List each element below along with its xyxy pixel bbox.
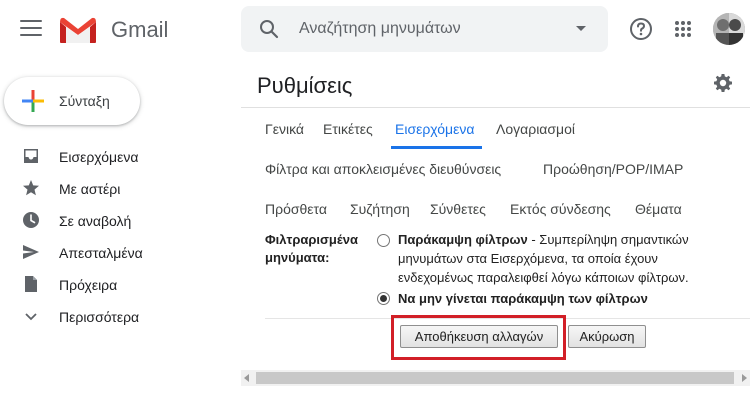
sidebar-item-drafts[interactable]: Πρόχειρα [0, 268, 235, 300]
radio-override-filters[interactable] [377, 234, 390, 247]
scroll-left-arrow-icon[interactable] [244, 374, 249, 382]
option-dont-override-title: Να μην γίνεται παράκαμψη των φίλτρων [398, 291, 648, 306]
active-tab-indicator [391, 146, 482, 149]
search-icon[interactable] [259, 19, 279, 39]
help-icon[interactable] [629, 17, 653, 41]
sidebar-item-inbox[interactable]: Εισερχόμενα [0, 140, 235, 172]
sidebar-nav: Εισερχόμενα Με αστέρι Σε αναβολή Απεσταλ… [0, 140, 235, 332]
search-options-caret-icon[interactable] [576, 26, 586, 31]
highlight-box [391, 315, 566, 360]
apps-grid-icon[interactable] [674, 20, 692, 38]
option-override-desc-3: ενδεχομένως παραλειφθεί λόγω κάποιων φίλ… [398, 270, 689, 285]
radio-dont-override-filters[interactable] [377, 292, 390, 305]
compose-label: Σύνταξη [59, 93, 110, 109]
top-bar: Gmail [0, 0, 750, 62]
plus-icon [22, 90, 44, 112]
chevron-down-icon [25, 313, 37, 321]
clock-icon [23, 212, 39, 228]
option-override-filters: Παράκαμψη φίλτρων - Συμπερίληψη σημαντικ… [398, 230, 689, 287]
scrollbar-thumb[interactable] [256, 372, 734, 384]
page-title: Ρυθμίσεις [257, 73, 353, 98]
tab-inbox[interactable]: Εισερχόμενα [395, 121, 474, 137]
brand-name: Gmail [111, 17, 169, 42]
sidebar-item-snoozed[interactable]: Σε αναβολή [0, 204, 235, 236]
gmail-logo[interactable] [58, 14, 98, 44]
option-override-desc-1: - Συμπερίληψη σημαντικών [527, 232, 689, 247]
inbox-icon [24, 149, 38, 163]
tab-forwarding[interactable]: Προώθηση/POP/IMAP [543, 161, 683, 177]
tab-general[interactable]: Γενικά [265, 121, 304, 137]
sidebar-item-more[interactable]: Περισσότερα [0, 300, 235, 332]
sidebar-item-sent[interactable]: Απεσταλμένα [0, 236, 235, 268]
compose-button[interactable]: Σύνταξη [4, 77, 140, 125]
draft-icon [25, 276, 37, 292]
sidebar-item-label: Περισσότερα [59, 309, 140, 325]
horizontal-scrollbar[interactable] [241, 370, 750, 386]
scroll-right-arrow-icon[interactable] [742, 374, 747, 382]
filtered-messages-label-line2: μηνύματα: [265, 250, 330, 265]
title-divider [241, 107, 750, 108]
sidebar-item-label: Πρόχειρα [59, 277, 118, 293]
sidebar-item-label: Σε αναβολή [59, 213, 132, 229]
sidebar-item-starred[interactable]: Με αστέρι [0, 172, 235, 204]
tab-filters[interactable]: Φίλτρα και αποκλεισμένες διευθύνσεις [265, 161, 501, 177]
tab-labels[interactable]: Ετικέτες [323, 121, 373, 137]
tab-advanced[interactable]: Σύνθετες [430, 201, 486, 217]
option-override-desc-2: μηνυμάτων στα Εισερχόμενα, τα οποία έχου… [398, 251, 658, 266]
filtered-messages-label: Φιλτραρισμένα [265, 232, 358, 247]
sidebar-item-label: Απεσταλμένα [59, 245, 143, 261]
tab-chat[interactable]: Συζήτηση [350, 201, 410, 217]
gear-icon[interactable] [713, 73, 733, 93]
avatar[interactable] [713, 13, 745, 45]
cancel-button[interactable]: Ακύρωση [568, 325, 646, 348]
option-dont-override-filters: Να μην γίνεται παράκαμψη των φίλτρων [398, 289, 648, 308]
tab-themes[interactable]: Θέματα [635, 201, 682, 217]
send-icon [23, 245, 39, 259]
tab-accounts[interactable]: Λογαριασμοί [496, 121, 575, 137]
option-override-title: Παράκαμψη φίλτρων [398, 232, 528, 247]
tab-offline[interactable]: Εκτός σύνδεσης [510, 201, 611, 217]
tab-addons[interactable]: Πρόσθετα [265, 201, 327, 217]
search-bar[interactable] [241, 6, 608, 52]
sidebar-item-label: Εισερχόμενα [59, 149, 139, 165]
search-input[interactable] [299, 14, 559, 44]
sidebar-item-label: Με αστέρι [59, 181, 121, 197]
hamburger-icon[interactable] [20, 20, 42, 38]
star-icon [23, 180, 39, 196]
